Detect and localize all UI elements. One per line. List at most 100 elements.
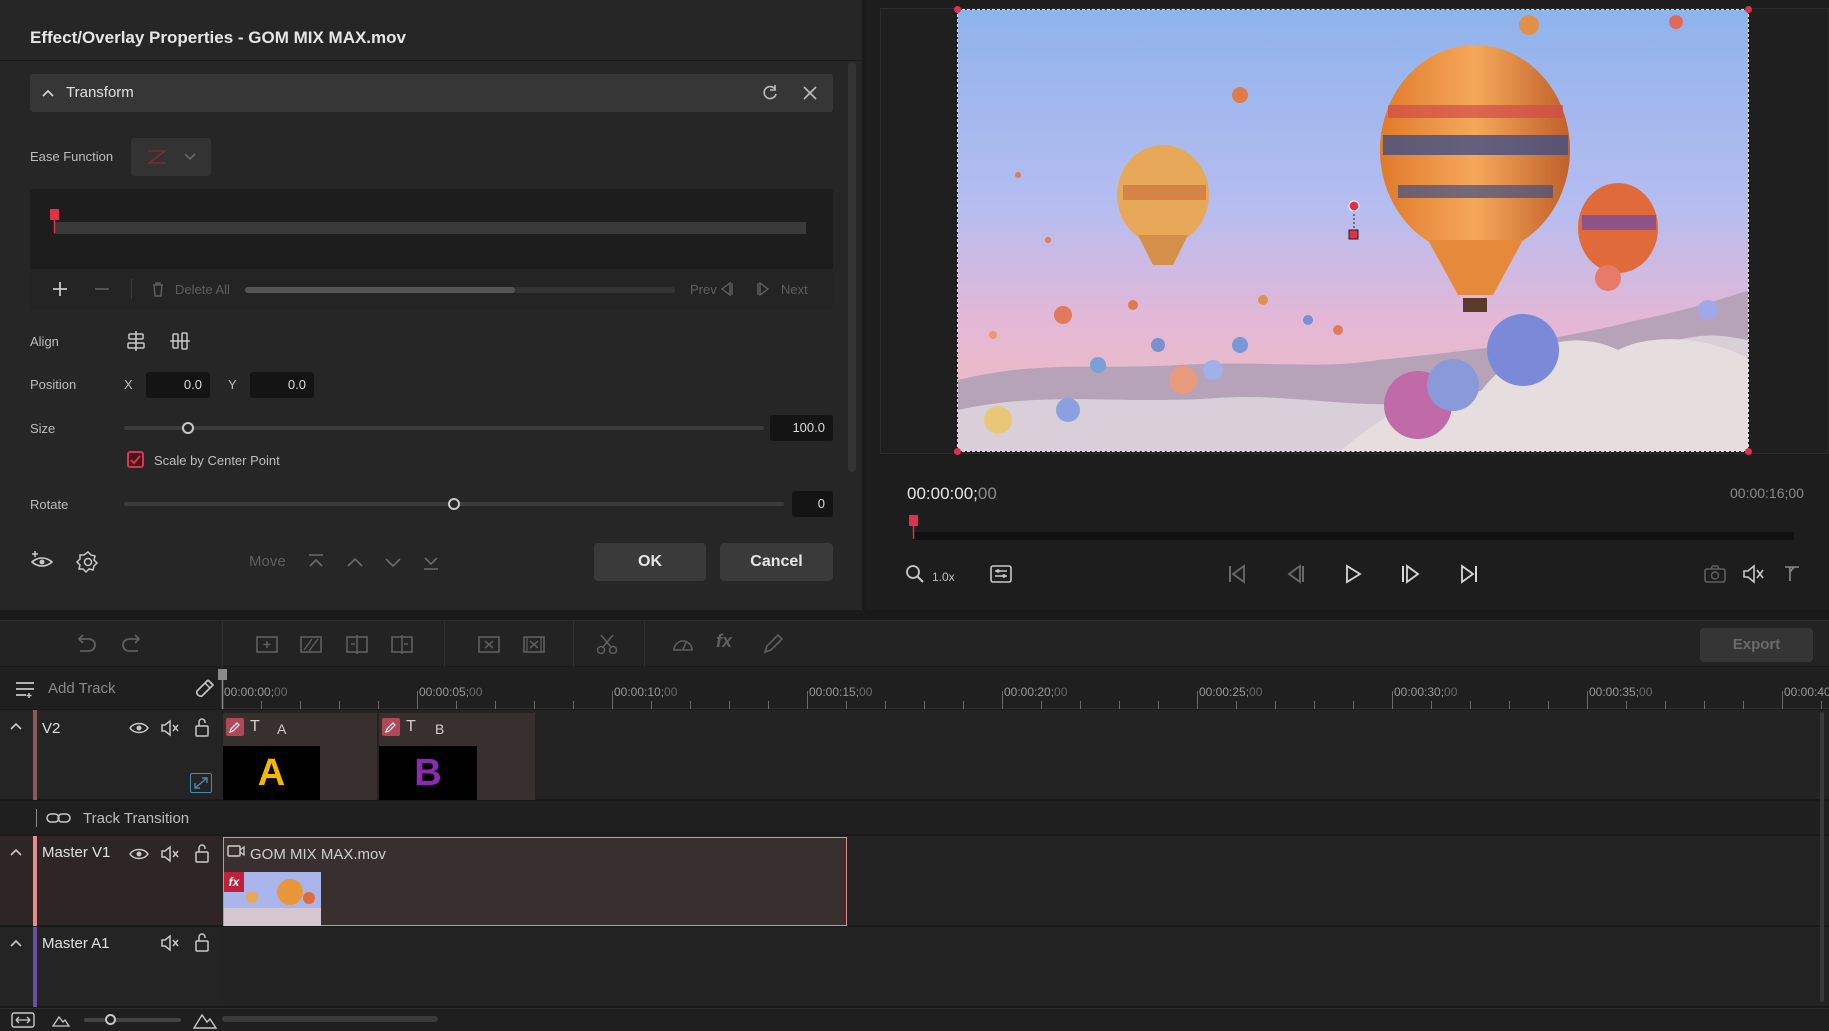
pen-icon[interactable] <box>762 633 784 655</box>
zoom-level[interactable]: 1.0x <box>932 570 955 584</box>
lock-icon[interactable] <box>194 717 210 737</box>
video-clip[interactable]: GOM MIX MAX.mov fx <box>223 837 847 926</box>
track-header-master-a1[interactable]: Master A1 <box>0 927 222 1007</box>
eye-icon[interactable] <box>129 720 149 736</box>
trash-icon[interactable] <box>151 281 165 297</box>
previous-frame-icon[interactable] <box>1284 564 1306 584</box>
play-icon[interactable] <box>1342 564 1364 584</box>
seek-bar[interactable] <box>912 532 1794 540</box>
mute-icon[interactable] <box>160 934 180 952</box>
text-clip-a[interactable]: T A A <box>223 713 377 800</box>
rotate-field[interactable]: 0 <box>792 491 833 517</box>
zoom-in-mountain-icon[interactable] <box>193 1010 217 1030</box>
ease-function-select[interactable] <box>131 138 211 176</box>
position-y-field[interactable]: 0.0 <box>250 372 314 398</box>
ripple-delete-icon[interactable] <box>523 633 545 655</box>
timeline-vertical-scrollbar[interactable] <box>1820 712 1824 1002</box>
track-transition-lane[interactable] <box>222 801 1829 835</box>
remove-keyframe-icon[interactable] <box>94 281 110 297</box>
magnet-snap-icon[interactable] <box>193 678 215 700</box>
effect-settings-icon[interactable] <box>75 549 101 575</box>
go-to-start-icon[interactable] <box>1226 564 1248 584</box>
close-icon[interactable] <box>800 83 820 103</box>
track-header-master-v1[interactable]: Master V1 <box>0 836 222 926</box>
delete-clip-icon[interactable] <box>478 633 500 655</box>
lock-icon[interactable] <box>194 932 210 952</box>
position-x-field[interactable]: 0.0 <box>146 372 210 398</box>
fit-timeline-icon[interactable] <box>11 1011 35 1029</box>
timeline-zoom-slider[interactable] <box>84 1018 181 1022</box>
cut-icon[interactable] <box>596 633 618 655</box>
corner-handle[interactable] <box>954 6 961 13</box>
move-bottom-icon[interactable] <box>421 552 441 572</box>
export-frame-icon[interactable] <box>1782 564 1802 584</box>
prev-keyframe-button[interactable]: Prev <box>690 282 717 297</box>
add-keyframe-icon[interactable] <box>52 281 68 297</box>
timeline-playhead[interactable] <box>217 669 229 709</box>
move-up-icon[interactable] <box>345 552 365 572</box>
timeline-ruler[interactable]: 00:00:00;00 00:00:05;00 00:00:10;00 00:00:1… <box>218 667 1829 709</box>
track-header-v2[interactable]: V2 <box>0 710 222 800</box>
zoom-icon[interactable] <box>905 564 925 584</box>
speed-icon[interactable] <box>671 633 695 655</box>
mute-icon[interactable] <box>160 719 180 737</box>
insert-overlay-icon[interactable] <box>300 633 322 655</box>
lock-icon[interactable] <box>194 843 210 863</box>
go-to-end-icon[interactable] <box>1458 564 1480 584</box>
video-preview[interactable] <box>957 9 1749 452</box>
settings-panel-icon[interactable] <box>990 564 1012 584</box>
split-left-icon[interactable] <box>346 633 368 655</box>
align-center-vertical-icon[interactable] <box>169 330 191 352</box>
align-center-horizontal-icon[interactable] <box>125 330 147 352</box>
move-top-icon[interactable] <box>306 552 326 572</box>
transform-section-header[interactable]: Transform <box>30 74 833 112</box>
add-track-button[interactable]: Add Track <box>48 680 116 697</box>
track-transition-row[interactable]: Track Transition <box>0 801 222 835</box>
size-slider[interactable] <box>124 426 764 430</box>
track-transition-toggle-icon[interactable] <box>190 773 212 793</box>
snapshot-icon[interactable] <box>1704 565 1726 583</box>
chevron-up-icon[interactable] <box>40 85 56 101</box>
scale-center-checkbox[interactable] <box>127 451 144 468</box>
delete-all-button[interactable]: Delete All <box>175 282 230 297</box>
next-keyframe-button[interactable]: Next <box>781 282 808 297</box>
corner-handle[interactable] <box>954 448 961 455</box>
keyframe-track[interactable] <box>54 222 806 234</box>
timeline-horizontal-scrollbar[interactable] <box>222 1016 438 1022</box>
corner-handle[interactable] <box>1745 448 1752 455</box>
size-field[interactable]: 100.0 <box>770 415 833 441</box>
export-button[interactable]: Export <box>1700 628 1813 662</box>
keyframe-zoom-bar[interactable] <box>245 287 675 293</box>
keyframe-playhead[interactable] <box>49 209 61 233</box>
rotate-slider-knob[interactable] <box>448 498 460 510</box>
track-lane-v2[interactable]: T A A T B B <box>222 710 1829 800</box>
fx-icon[interactable]: fx <box>716 631 732 652</box>
seek-playhead[interactable] <box>908 515 920 539</box>
next-keyframe-icon[interactable] <box>756 281 772 297</box>
track-menu-icon[interactable] <box>14 679 36 699</box>
timeline-zoom-knob[interactable] <box>105 1014 116 1025</box>
collapse-icon[interactable] <box>9 720 23 732</box>
collapse-icon[interactable] <box>9 846 23 858</box>
panel-scrollbar[interactable] <box>848 62 856 472</box>
collapse-icon[interactable] <box>9 937 23 949</box>
prev-keyframe-icon[interactable] <box>718 281 734 297</box>
split-right-icon[interactable] <box>391 633 413 655</box>
undo-icon[interactable] <box>74 633 98 655</box>
move-down-icon[interactable] <box>383 552 403 572</box>
keyframe-editor[interactable]: Delete All Prev Next <box>30 189 833 309</box>
fx-badge-icon[interactable]: fx <box>224 872 244 892</box>
next-frame-icon[interactable] <box>1400 564 1422 584</box>
track-lane-master-v1[interactable]: GOM MIX MAX.mov fx <box>222 836 1829 926</box>
reset-icon[interactable] <box>760 83 780 103</box>
insert-media-icon[interactable] <box>256 633 278 655</box>
volume-icon[interactable] <box>1742 564 1766 584</box>
text-clip-b[interactable]: T B B <box>379 713 535 800</box>
track-lane-master-a1[interactable] <box>222 927 1829 1007</box>
size-slider-knob[interactable] <box>182 422 194 434</box>
ok-button[interactable]: OK <box>594 543 706 581</box>
eye-icon[interactable] <box>129 846 149 862</box>
redo-icon[interactable] <box>120 633 144 655</box>
mute-icon[interactable] <box>160 845 180 863</box>
add-effect-icon[interactable] <box>29 549 55 575</box>
